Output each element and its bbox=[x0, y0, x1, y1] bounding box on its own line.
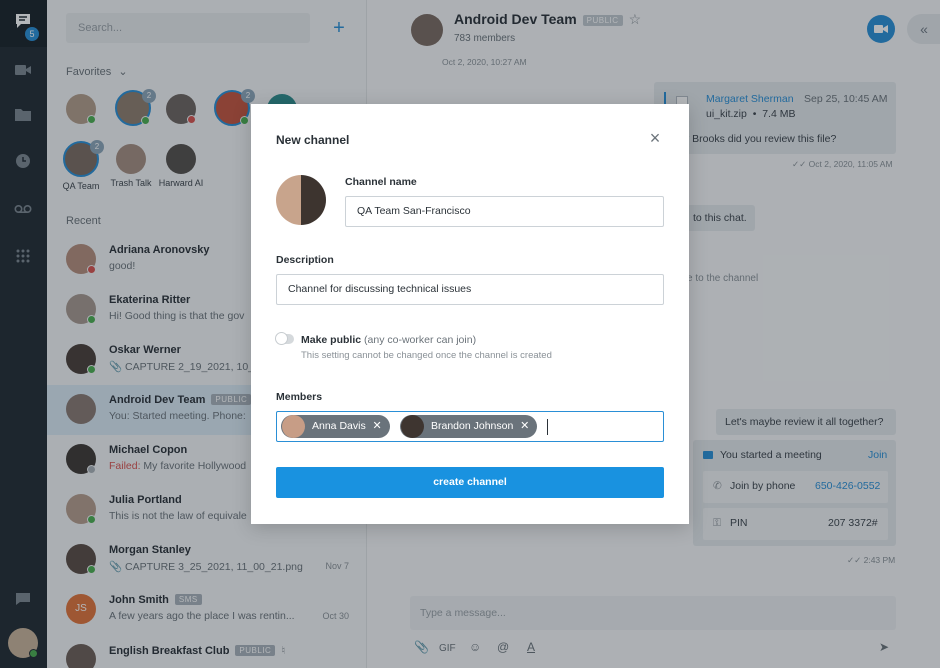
member-name: Anna Davis bbox=[312, 420, 366, 432]
member-name: Brandon Johnson bbox=[431, 420, 514, 432]
remove-member-icon[interactable]: ✕ bbox=[520, 415, 529, 438]
members-input[interactable]: Anna Davis ✕ Brandon Johnson ✕ bbox=[276, 411, 664, 442]
make-public-hint: This setting cannot be changed once the … bbox=[301, 350, 552, 361]
create-channel-button[interactable]: create channel bbox=[276, 467, 664, 498]
channel-avatar[interactable] bbox=[276, 175, 326, 225]
text-cursor bbox=[547, 419, 548, 435]
avatar bbox=[401, 415, 424, 438]
description-input[interactable]: Channel for discussing technical issues bbox=[276, 274, 664, 305]
remove-member-icon[interactable]: ✕ bbox=[372, 415, 381, 438]
make-public-label: Make public (any co-worker can join) bbox=[301, 334, 477, 346]
members-label: Members bbox=[276, 391, 323, 403]
dialog-title: New channel bbox=[276, 133, 350, 147]
avatar bbox=[282, 415, 305, 438]
new-channel-dialog: New channel × Channel name QA Team San-F… bbox=[251, 104, 689, 524]
make-public-toggle[interactable] bbox=[275, 332, 294, 345]
description-label: Description bbox=[276, 254, 334, 266]
member-chip: Brandon Johnson ✕ bbox=[400, 415, 538, 438]
member-chip: Anna Davis ✕ bbox=[281, 415, 390, 438]
channel-name-label: Channel name bbox=[345, 176, 417, 188]
channel-name-input[interactable]: QA Team San-Francisco bbox=[345, 196, 664, 227]
close-icon[interactable]: × bbox=[647, 129, 663, 147]
